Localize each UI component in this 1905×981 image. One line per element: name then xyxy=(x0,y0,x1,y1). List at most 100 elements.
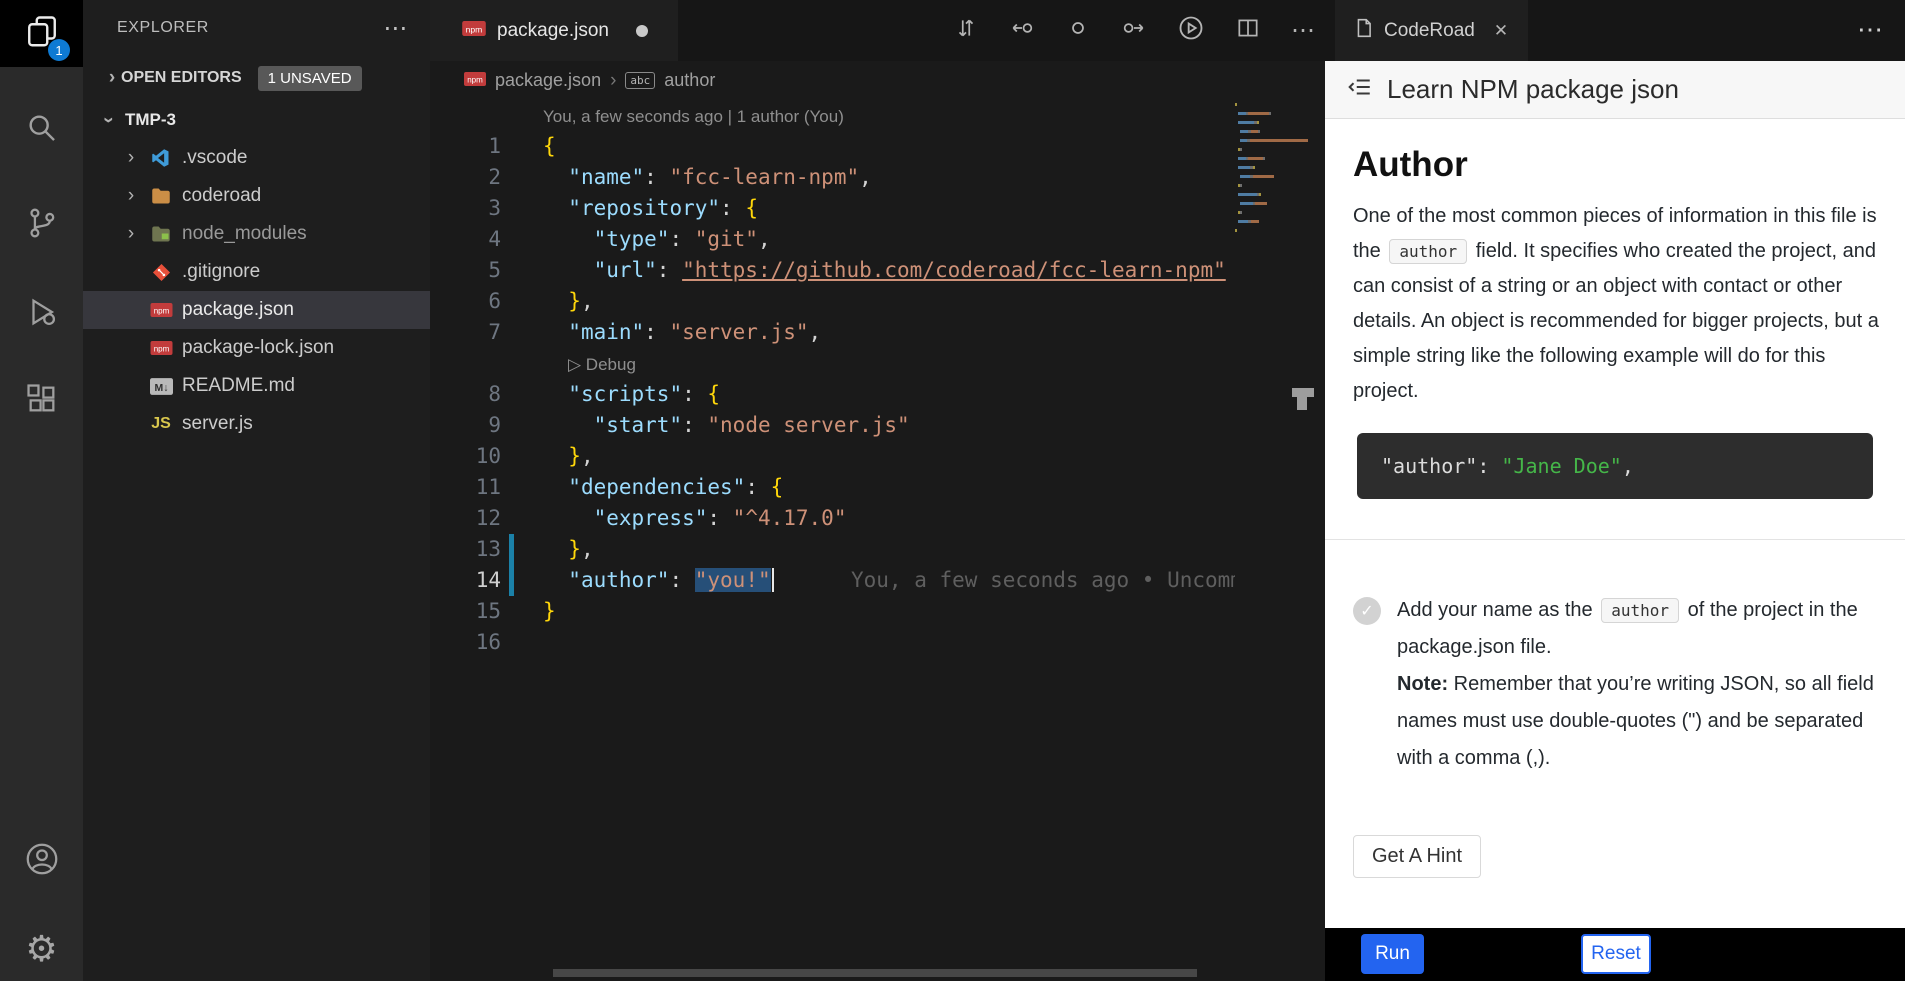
code-line-11[interactable]: 11 "dependencies": { xyxy=(430,472,1235,503)
code-line-1[interactable]: 1{ xyxy=(430,131,1235,162)
step-circle-icon[interactable] xyxy=(1065,15,1091,46)
code-line-6[interactable]: 6 }, xyxy=(430,286,1235,317)
modified-dot-icon[interactable] xyxy=(636,25,648,37)
codelens-blame[interactable]: You, a few seconds ago | 1 author (You) xyxy=(430,100,1235,131)
coderoad-tab-label: CodeRoad xyxy=(1384,20,1475,42)
git-compare-icon[interactable] xyxy=(953,15,979,46)
code-line-4[interactable]: 4 "type": "git", xyxy=(430,224,1235,255)
inline-code-chip: author xyxy=(1389,239,1467,264)
file-item-coderoad[interactable]: ›coderoad xyxy=(83,177,430,215)
editor-toolbar: ⋯ xyxy=(953,0,1315,61)
run-tests-icon[interactable] xyxy=(1177,14,1205,47)
md-icon: M↓ xyxy=(148,375,174,397)
account-icon[interactable] xyxy=(0,828,83,890)
vscode-window: 1 xyxy=(0,0,1905,981)
lesson-heading: Author xyxy=(1353,145,1879,185)
settings-gear-icon[interactable]: ⚙ xyxy=(0,918,83,980)
code-area[interactable]: You, a few seconds ago | 1 author (You)1… xyxy=(430,100,1235,658)
code-line-8[interactable]: 8 "scripts": { xyxy=(430,379,1235,410)
chevron-down-icon: › xyxy=(97,111,119,129)
npm-icon: npm xyxy=(148,299,174,321)
activity-item-run-debug[interactable] xyxy=(0,283,83,345)
explorer-badge: 1 xyxy=(48,39,70,61)
coderoad-footer: Run Reset xyxy=(1325,928,1905,981)
example-code-block: "author": "Jane Doe", xyxy=(1357,433,1873,499)
code-line-3[interactable]: 3 "repository": { xyxy=(430,193,1235,224)
code-line-5[interactable]: 5 "url": "https://github.com/coderoad/fc… xyxy=(430,255,1235,286)
coderoad-panel: CodeRoad ✕ ⋯ Learn NPM package json Auth… xyxy=(1325,0,1905,981)
open-editors-label: OPEN EDITORS xyxy=(121,69,242,87)
inline-blame: You, a few seconds ago • Uncomm xyxy=(851,565,1235,596)
code-line-2[interactable]: 2 "name": "fcc-learn-npm", xyxy=(430,162,1235,193)
more-actions-icon[interactable]: ⋯ xyxy=(1291,16,1315,45)
task-check-icon: ✓ xyxy=(1353,597,1381,625)
horizontal-scrollbar[interactable] xyxy=(553,969,1197,977)
overview-ruler-marker xyxy=(1292,388,1314,397)
activity-item-extensions[interactable] xyxy=(0,370,83,432)
file-item-server.js[interactable]: JSserver.js xyxy=(83,405,430,443)
file-item-package.json[interactable]: npm package.json xyxy=(83,291,430,329)
explorer-more-icon[interactable]: ⋯ xyxy=(383,14,408,43)
npm-file-icon: npm xyxy=(464,70,486,91)
lesson-content: Author One of the most common pieces of … xyxy=(1325,119,1905,878)
inline-code-chip: author xyxy=(1601,598,1679,623)
file-label: package.json xyxy=(182,299,294,321)
file-item-package-lock.json[interactable]: npm package-lock.json xyxy=(83,329,430,367)
divider xyxy=(1325,539,1905,540)
tab-coderoad[interactable]: CodeRoad ✕ xyxy=(1335,0,1528,61)
editor-group: npm package.json xyxy=(430,0,1325,981)
tutorial-title: Learn NPM package json xyxy=(1387,74,1679,105)
code-line-7[interactable]: 7 "main": "server.js", xyxy=(430,317,1235,348)
activity-bar: 1 xyxy=(0,0,83,981)
minimap[interactable] xyxy=(1235,103,1309,247)
task-description: Add your name as the author of the proje… xyxy=(1397,592,1879,666)
panel-more-icon[interactable]: ⋯ xyxy=(1857,14,1883,45)
breadcrumb-symbol[interactable]: author xyxy=(664,70,715,91)
file-item-.vscode[interactable]: ›.vscode xyxy=(83,139,430,177)
file-icon xyxy=(1355,18,1373,44)
code-line-16[interactable]: 16 xyxy=(430,627,1235,658)
file-item-README.md[interactable]: M↓README.md xyxy=(83,367,430,405)
code-line-13[interactable]: 13 }, xyxy=(430,534,1235,565)
task-item: ✓ Add your name as the author of the pro… xyxy=(1353,592,1879,777)
tab-package-json[interactable]: npm package.json xyxy=(430,0,678,61)
overview-ruler-marker xyxy=(1297,397,1307,410)
file-label: .gitignore xyxy=(182,261,260,283)
reset-button[interactable]: Reset xyxy=(1581,934,1651,974)
file-item-.gitignore[interactable]: .gitignore xyxy=(83,253,430,291)
code-line-15[interactable]: 15} xyxy=(430,596,1235,627)
chevron-right-icon: › xyxy=(103,67,121,89)
codelens-debug[interactable]: ▷ Debug xyxy=(430,348,1235,379)
text-cursor xyxy=(772,568,774,592)
folder-icon xyxy=(148,185,174,207)
code-line-14[interactable]: 14 "author": "you!"You, a few seconds ag… xyxy=(430,565,1235,596)
activity-item-explorer[interactable]: 1 xyxy=(0,0,83,67)
activity-item-source-control[interactable] xyxy=(0,194,83,256)
open-editors-header[interactable]: › OPEN EDITORS 1 UNSAVED xyxy=(83,56,430,100)
folder-npm-icon xyxy=(148,223,174,245)
activity-item-search[interactable] xyxy=(0,99,83,161)
symbol-string-icon: abc xyxy=(625,72,655,89)
code-line-9[interactable]: 9 "start": "node server.js" xyxy=(430,410,1235,441)
js-icon: JS xyxy=(148,413,174,435)
get-hint-button[interactable]: Get A Hint xyxy=(1353,835,1481,878)
npm-icon: npm xyxy=(148,337,174,359)
nav-back-icon[interactable] xyxy=(1009,15,1035,46)
code-line-12[interactable]: 12 "express": "^4.17.0" xyxy=(430,503,1235,534)
svg-text:M↓: M↓ xyxy=(154,383,168,394)
chevron-right-icon: › xyxy=(122,223,140,245)
code-line-10[interactable]: 10 }, xyxy=(430,441,1235,472)
run-button[interactable]: Run xyxy=(1361,934,1424,974)
git-icon xyxy=(148,261,174,283)
split-editor-icon[interactable] xyxy=(1235,15,1261,46)
coderoad-webview: Learn NPM package json Author One of the… xyxy=(1325,61,1905,928)
breadcrumb-file[interactable]: package.json xyxy=(495,70,601,91)
editor-tab-bar: npm package.json xyxy=(430,0,1325,61)
file-label: package-lock.json xyxy=(182,337,334,359)
workspace-root-folder[interactable]: › TMP-3 xyxy=(83,100,430,139)
menu-back-icon[interactable] xyxy=(1347,74,1373,105)
nav-forward-icon[interactable] xyxy=(1121,15,1147,46)
file-item-node_modules[interactable]: ›node_modules xyxy=(83,215,430,253)
file-label: coderoad xyxy=(182,185,261,207)
close-icon[interactable]: ✕ xyxy=(1494,21,1508,41)
